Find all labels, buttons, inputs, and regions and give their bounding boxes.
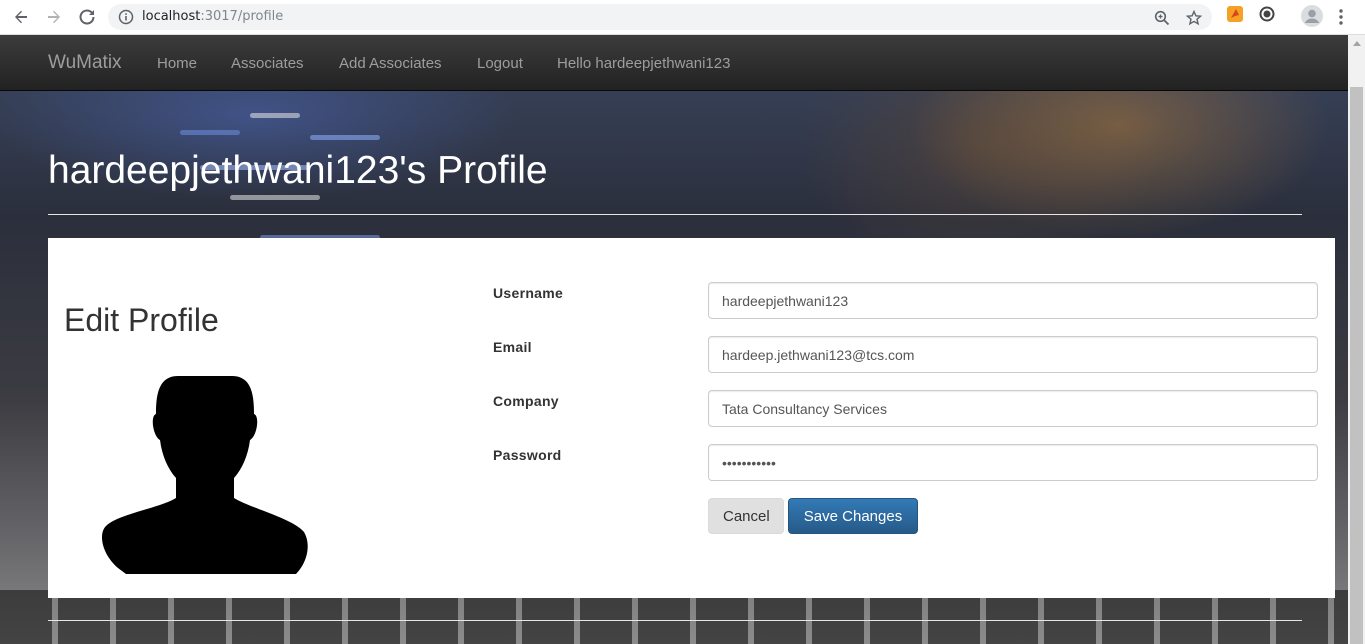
extension-circle-icon[interactable]	[1259, 6, 1275, 27]
company-input[interactable]	[708, 390, 1318, 427]
nav-user-greeting[interactable]: Hello hardeepjethwani123	[557, 55, 730, 72]
zoom-icon[interactable]	[1154, 10, 1170, 31]
url-text: localhost:3017/profile	[142, 9, 284, 24]
edit-profile-card: Edit Profile Username Email Company Pass…	[48, 238, 1335, 598]
user-silhouette-icon	[102, 376, 308, 574]
background-decoration	[230, 195, 320, 200]
scroll-thumb[interactable]	[1350, 87, 1363, 644]
password-input[interactable]	[708, 444, 1318, 481]
background-decoration	[310, 135, 380, 140]
address-bar[interactable]: localhost:3017/profile	[108, 4, 1212, 30]
divider	[48, 620, 1302, 621]
back-icon[interactable]	[9, 5, 33, 29]
page-scrollbar[interactable]	[1348, 35, 1365, 644]
username-input[interactable]	[708, 282, 1318, 319]
page-viewport: WuMatix Home Associates Add Associates L…	[0, 35, 1348, 644]
divider	[48, 214, 1302, 215]
top-navbar: WuMatix Home Associates Add Associates L…	[0, 35, 1348, 91]
company-label: Company	[493, 393, 559, 409]
reload-icon[interactable]	[75, 5, 99, 29]
background-decoration	[180, 130, 240, 135]
save-changes-button[interactable]: Save Changes	[788, 498, 918, 534]
background-decoration	[0, 590, 1348, 644]
profile-avatar-icon[interactable]	[1301, 5, 1323, 32]
page-title: hardeepjethwani123's Profile	[48, 149, 548, 192]
info-icon[interactable]	[118, 9, 134, 30]
forward-icon[interactable]	[42, 5, 66, 29]
nav-link-logout[interactable]: Logout	[477, 55, 523, 72]
username-label: Username	[493, 285, 564, 301]
extension-icon[interactable]	[1227, 6, 1243, 27]
email-input[interactable]	[708, 336, 1318, 373]
brand-logo[interactable]: WuMatix	[48, 52, 122, 74]
bookmark-star-icon[interactable]	[1185, 9, 1203, 31]
cancel-button[interactable]: Cancel	[708, 498, 784, 534]
browser-toolbar: localhost:3017/profile	[0, 0, 1365, 35]
email-label: Email	[493, 339, 532, 355]
nav-link-add-associates[interactable]: Add Associates	[339, 55, 442, 72]
scroll-up-arrow-icon[interactable]	[1348, 35, 1365, 52]
menu-kebab-icon[interactable]	[1338, 8, 1344, 31]
password-label: Password	[493, 447, 562, 463]
edit-profile-heading: Edit Profile	[64, 302, 219, 338]
nav-link-associates[interactable]: Associates	[231, 55, 304, 72]
nav-link-home[interactable]: Home	[157, 55, 197, 72]
background-decoration	[250, 113, 300, 118]
